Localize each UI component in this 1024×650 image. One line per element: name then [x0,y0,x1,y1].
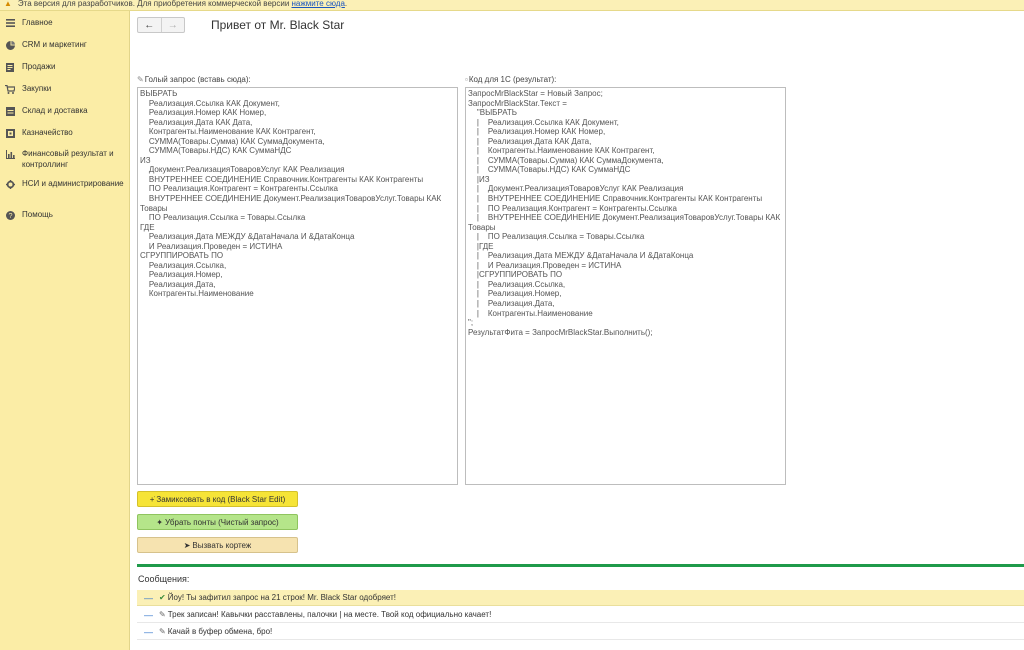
sidebar-item-treasury[interactable]: Казначейство [0,127,129,138]
result-code-textarea[interactable]: ЗапросMrBlackStar = Новый Запрос; Запрос… [465,87,786,485]
sidebar-item-help[interactable]: ? Помощь [0,209,129,220]
checkmark-icon: ✔ [159,593,166,602]
sidebar-item-warehouse[interactable]: Склад и доставка [0,105,129,116]
gear-icon [5,179,15,189]
warning-icon: ▲ [4,0,12,8]
messages-divider [137,564,1024,567]
pie-chart-icon [5,40,15,50]
call-tuple-label: Вызвать кортеж [192,540,252,550]
sparkle-icon: +̇ [149,494,155,504]
dash-icon: — [144,592,153,603]
result-code-label-text: Код для 1С (результат): [468,75,557,84]
help-icon: ? [5,210,15,220]
sidebar-item-label: Помощь [22,210,53,219]
code-icon: ▫ [465,75,468,84]
sidebar-item-financial-result[interactable]: Финансовый результат и контроллинг [0,148,129,170]
warehouse-icon [5,106,15,116]
arrow-right-icon: ➤ [183,540,191,550]
sidebar-item-nsi-admin[interactable]: НСИ и администрирование [0,178,129,189]
sidebar-item-purchases[interactable]: Закупки [0,83,129,94]
star-icon: ✦ [156,517,163,527]
raw-query-label: ✎Голый запрос (вставь сюда): [137,75,251,84]
sidebar-item-label: НСИ и администрирование [22,179,124,188]
call-tuple-button[interactable]: ➤ Вызвать кортеж [137,537,298,553]
sidebar-item-label: Продажи [22,62,56,71]
menu-icon [5,18,15,28]
message-text: Йоу! Ты зафитил запрос на 21 строк! Mr. … [167,593,396,602]
sidebar-item-label: Склад и доставка [22,106,88,115]
sidebar-item-label: Закупки [22,84,52,93]
sidebar-item-sales[interactable]: Продажи [0,61,129,72]
sidebar-item-label: CRM и маркетинг [22,40,87,49]
banner-text: Эта версия для разработчиков. Для приобр… [17,0,292,8]
message-item[interactable]: — ✔ Йоу! Ты зафитил запрос на 21 строк! … [137,590,1024,606]
sidebar-item-label: Казначейство [22,128,73,137]
bank-icon [5,128,15,138]
remix-code-label: Замиксовать в код (Black Star Edit) [156,494,286,504]
bar-chart-icon [5,149,15,159]
clean-query-label: Убрать понты (Чистый запрос) [165,517,279,527]
pencil-icon: ✎ [159,610,166,619]
raw-query-label-text: Голый запрос (вставь сюда): [144,75,251,84]
svg-text:?: ? [8,211,12,220]
pencil-icon: ✎ [159,627,166,636]
page-title: Привет от Mr. Black Star [211,18,345,32]
dash-icon: — [144,609,153,620]
dash-icon: — [144,626,153,637]
messages-title: Сообщения: [138,574,190,584]
message-text: Качай в буфер обмена, бро! [167,627,273,636]
raw-query-textarea[interactable]: ВЫБРАТЬ Реализация.Ссылка КАК Документ, … [137,87,458,485]
developer-version-banner: ▲ Эта версия для разработчиков. Для приоб… [0,0,1024,11]
banner-end: . [344,0,348,8]
clean-query-button[interactable]: ✦ Убрать понты (Чистый запрос) [137,514,298,530]
message-item[interactable]: — ✎ Трек записан! Кавычки расставлены, п… [137,607,1024,623]
banner-link[interactable]: нажмите сюда [292,0,345,8]
sidebar-item-crm[interactable]: CRM и маркетинг [0,39,129,50]
cart-icon [5,84,15,94]
pencil-icon: ✎ [137,75,144,84]
remix-code-button[interactable]: +̇ Замиксовать в код (Black Star Edit) [137,491,298,507]
sidebar-item-label: Главное [22,18,53,27]
sidebar-item-label: Финансовый результат и контроллинг [22,149,114,169]
document-icon [5,62,15,72]
sidebar-item-main[interactable]: Главное [0,17,129,28]
history-navigation: ← → [137,17,185,33]
result-code-label: ▫Код для 1С (результат): [465,75,556,84]
message-item[interactable]: — ✎ Качай в буфер обмена, бро! [137,624,1024,640]
sidebar: Главное CRM и маркетинг Продажи Закупки … [0,11,130,650]
forward-button[interactable]: → [160,18,185,32]
back-button[interactable]: ← [138,18,161,32]
message-text: Трек записан! Кавычки расставлены, палоч… [167,610,492,619]
